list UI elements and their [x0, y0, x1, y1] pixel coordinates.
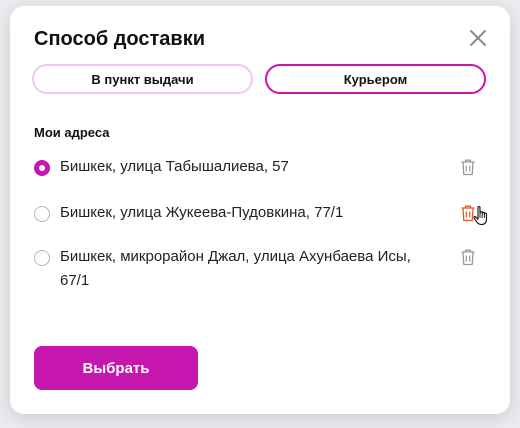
address-option[interactable]: Бишкек, улица Табышалиева, 57 [34, 158, 486, 179]
my-addresses-heading: Мои адреса [34, 125, 110, 140]
select-button[interactable]: Выбрать [34, 346, 198, 390]
delivery-tabs: В пункт выдачи Курьером [32, 64, 488, 98]
modal-title: Способ доставки [34, 28, 206, 50]
trash-icon[interactable] [460, 158, 476, 176]
hand-pointer-cursor-icon [470, 204, 494, 228]
tab-courier[interactable]: Курьером [265, 64, 486, 94]
address-radio[interactable] [34, 160, 50, 176]
address-text: Бишкек, микрорайон Джал, улица Ахунбаева… [60, 248, 411, 289]
address-text: Бишкек, улица Жукеева-Пудовкина, 77/1 [60, 204, 344, 221]
close-icon[interactable] [468, 28, 488, 48]
tab-pickup-point[interactable]: В пункт выдачи [32, 64, 253, 94]
address-option[interactable]: Бишкек, улица Жукеева-Пудовкина, 77/1 [34, 204, 486, 225]
delivery-method-modal: Способ доставки В пункт выдачи Курьером … [10, 6, 510, 414]
address-option[interactable]: Бишкек, микрорайон Джал, улица Ахунбаева… [34, 248, 486, 293]
address-radio[interactable] [34, 206, 50, 222]
address-radio[interactable] [34, 250, 50, 266]
address-text: Бишкек, улица Табышалиева, 57 [60, 158, 289, 175]
trash-icon[interactable] [460, 248, 476, 266]
